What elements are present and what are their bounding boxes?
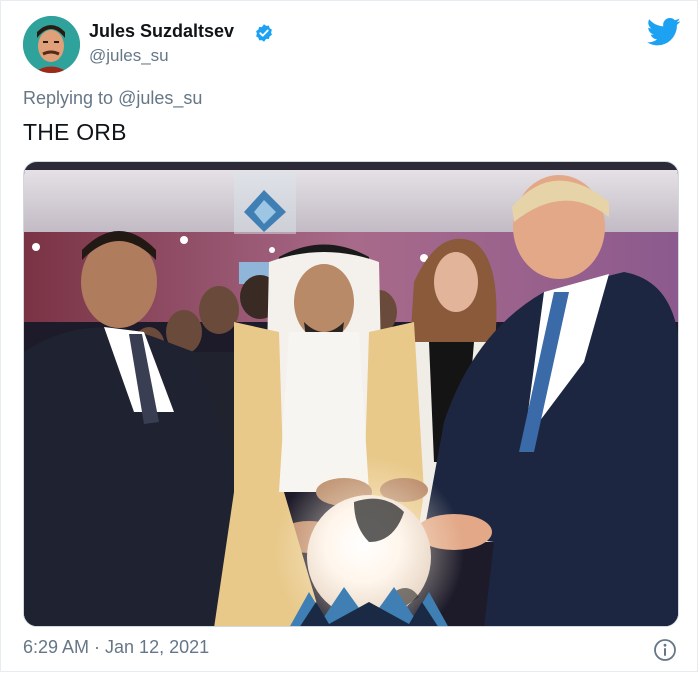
- verified-badge-icon: [256, 24, 272, 42]
- author-handle[interactable]: @jules_su: [89, 46, 169, 66]
- info-icon[interactable]: [653, 638, 677, 662]
- tweet-timestamp[interactable]: 6:29 AM · Jan 12, 2021: [23, 637, 209, 658]
- tweet-photo[interactable]: [23, 161, 679, 627]
- author-display-name[interactable]: Jules Suzdaltsev: [89, 21, 234, 42]
- photo-scene: [24, 162, 678, 626]
- avatar-image: [23, 16, 80, 73]
- avatar[interactable]: [23, 16, 80, 73]
- tweet-card: Jules Suzdaltsev @jules_su Replying to @…: [0, 0, 698, 672]
- reply-context: Replying to @jules_su: [23, 88, 202, 109]
- reply-prefix: Replying to: [23, 88, 114, 108]
- twitter-bird-icon[interactable]: [647, 17, 681, 47]
- tweet-text: THE ORB: [23, 119, 127, 145]
- reply-mention-link[interactable]: @jules_su: [118, 88, 202, 108]
